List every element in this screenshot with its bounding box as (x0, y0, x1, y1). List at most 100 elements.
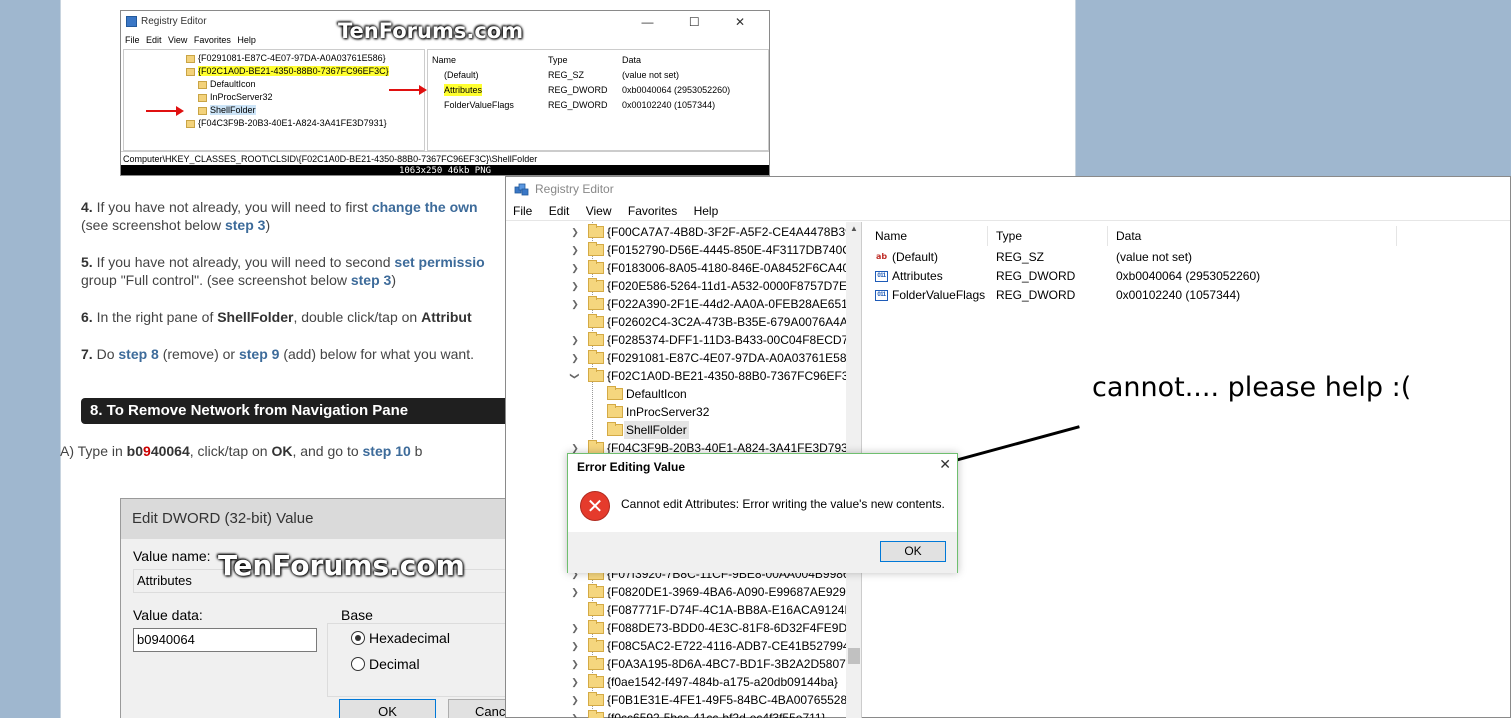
close-icon[interactable]: ✕ (939, 456, 951, 473)
thumb-col-data: Data (622, 55, 642, 65)
chevron-right-icon[interactable]: ❯ (570, 709, 580, 718)
tree-node[interactable]: ❯ {f0ae1542-f497-484b-a175-a20db09144ba} (506, 673, 846, 691)
column-header-data[interactable]: Data (1108, 226, 1397, 246)
decimal-radio[interactable] (351, 657, 365, 671)
chevron-right-icon[interactable]: ❯ (570, 655, 580, 673)
chevron-right-icon[interactable]: ❯ (570, 277, 580, 295)
folder-icon (186, 119, 195, 128)
error-icon: ✕ (580, 491, 610, 521)
thumb-col-type: Type (548, 55, 568, 65)
chevron-right-icon[interactable]: ❯ (570, 259, 580, 277)
watermark: TenForums.com (338, 19, 524, 43)
tree-node-shellfolder[interactable]: ShellFolder (506, 421, 846, 439)
ok-button[interactable]: OK (880, 541, 946, 562)
thumb-tree-node: {F0291081-E87C-4E07-97DA-A0A03761E586} (186, 52, 386, 64)
step-3-link[interactable]: step 3 (225, 217, 265, 233)
user-annotation: cannot.... please help :( (1092, 372, 1412, 403)
tree-node[interactable]: ❯ {F0820DE1-3969-4BA6-A090-E99687AE929B} (506, 583, 858, 601)
folder-icon (607, 422, 623, 436)
step-5-line-2: group "Full control". (see screenshot be… (81, 272, 396, 288)
chevron-right-icon[interactable]: ❯ (570, 295, 580, 313)
menu-edit[interactable]: Edit (549, 204, 570, 218)
thumb-value-type: REG_SZ (548, 70, 585, 80)
chevron-right-icon[interactable]: ❯ (570, 691, 580, 709)
chevron-right-icon[interactable]: ❯ (570, 673, 580, 691)
thumb-value-name: FolderValueFlags (444, 100, 514, 110)
thumb-tree-node: DefaultIcon (198, 78, 256, 90)
chevron-right-icon[interactable]: ❯ (570, 223, 580, 241)
chevron-right-icon[interactable]: ❯ (570, 331, 580, 349)
tree-node[interactable]: ❯ {F0152790-D56E-4445-850E-4F3117DB740C} (506, 241, 855, 259)
tree-node[interactable]: ❯ {F08C5AC2-E722-4116-ADB7-CE41B527994B} (506, 637, 861, 655)
set-permissions-link[interactable]: set permissio (394, 254, 484, 270)
tree-node[interactable]: ❯ {f0cc6592-5bcc-41cc-bf2d-ec4f3f55e711} (506, 709, 846, 718)
thumb-col-name: Name (432, 55, 457, 65)
menu-view[interactable]: View (586, 204, 612, 218)
tree-node[interactable]: ❯ {F0285374-DFF1-11D3-B433-00C04F8ECD78} (506, 331, 859, 349)
tree-node-expanded[interactable]: ❯ {F02C1A0D-BE21-4350-88B0-7367FC96EF3C} (506, 367, 861, 385)
error-dialog-footer: OK (568, 532, 957, 573)
step-9-link[interactable]: step 9 (239, 346, 279, 362)
tree-node[interactable]: ❯ {F0291081-E87C-4E07-97DA-A0A03761E586} (506, 349, 857, 367)
menu-file[interactable]: File (513, 204, 532, 218)
values-pane[interactable]: Name Type Data ab (Default) REG_SZ (valu… (867, 222, 1511, 718)
tree-node-defaulticon[interactable]: DefaultIcon (506, 385, 846, 403)
column-header-type[interactable]: Type (988, 226, 1108, 246)
folder-icon (588, 710, 604, 718)
chevron-right-icon[interactable]: ❯ (570, 637, 580, 655)
menu-bar: File Edit View Favorites Help (506, 201, 1510, 221)
decimal-label[interactable]: Decimal (369, 656, 420, 672)
folder-icon (198, 93, 207, 102)
folder-icon (588, 584, 604, 598)
thumb-value-type: REG_DWORD (548, 100, 608, 110)
tree-node[interactable]: {F02602C4-3C2A-473B-B35E-679A0076A4A6} (506, 313, 859, 331)
folder-icon (588, 620, 604, 634)
watermark: TenForums.com (218, 549, 465, 582)
step-a: A) Type in b0940064, click/tap on OK, an… (60, 443, 423, 459)
tree-node[interactable]: {F087771F-D74F-4C1A-BB8A-E16ACA9124EA} (506, 601, 861, 619)
folder-icon (588, 368, 604, 382)
chevron-right-icon[interactable]: ❯ (570, 241, 580, 259)
image-caption: 1063x250 46kb PNG (121, 165, 769, 175)
thumb-value-data: 0x00102240 (1057344) (622, 100, 716, 110)
error-dialog-title: Error Editing Value (577, 460, 686, 474)
regedit-app-icon (514, 183, 529, 196)
menu-help[interactable]: Help (694, 204, 719, 218)
binary-value-icon: 011 (875, 290, 888, 301)
tree-node[interactable]: ❯ {F0B1E31E-4FE1-49F5-84BC-4BA007655288} (506, 691, 858, 709)
step-3-link-2[interactable]: step 3 (351, 272, 391, 288)
tree-node[interactable]: ❯ {F022A390-2F1E-44d2-AA0A-0FEB28AE6517} (506, 295, 859, 313)
folder-icon (588, 692, 604, 706)
tree-node[interactable]: ❯ {F020E586-5264-11d1-A532-0000F8757D7E} (506, 277, 851, 295)
tree-node[interactable]: ❯ {F0A3A195-8D6A-4BC7-BD1F-3B2A2D5807CA} (506, 655, 861, 673)
value-data-field[interactable]: b0940064 (133, 628, 317, 652)
dialog-title: Edit DWORD (32-bit) Value (121, 499, 519, 539)
tree-node[interactable]: ❯ {F0183006-8A05-4180-846E-0A8452F6CA40} (506, 259, 853, 277)
hexadecimal-radio[interactable] (351, 631, 365, 645)
menu-favorites[interactable]: Favorites (628, 204, 677, 218)
chevron-right-icon[interactable]: ❯ (570, 583, 580, 601)
chevron-right-icon[interactable]: ❯ (570, 349, 580, 367)
ok-button[interactable]: OK (339, 699, 436, 718)
folder-icon (588, 674, 604, 688)
thumb-tree-node: {F02C1A0D-BE21-4350-88B0-7367FC96EF3C} (186, 65, 389, 77)
red-arrow-icon (389, 85, 427, 95)
change-owner-link[interactable]: change the own (372, 199, 478, 215)
scroll-up-icon[interactable]: ▲ (846, 224, 861, 233)
thumb-status-bar: Computer\HKEY_CLASSES_ROOT\CLSID\{F02C1A… (121, 151, 769, 165)
folder-icon (607, 386, 623, 400)
folder-icon (588, 278, 604, 292)
tree-node[interactable]: ❯ {F00CA7A7-4B8D-3F2F-A5F2-CE4A4478B39C} (506, 223, 861, 241)
red-arrow-icon (146, 106, 184, 116)
step-10-link[interactable]: step 10 (363, 443, 411, 459)
chevron-down-icon[interactable]: ❯ (566, 371, 584, 381)
column-header-name[interactable]: Name (867, 226, 988, 246)
chevron-right-icon[interactable]: ❯ (570, 619, 580, 637)
edit-dword-dialog: Edit DWORD (32-bit) Value Value name: At… (120, 498, 528, 718)
hexadecimal-label[interactable]: Hexadecimal (369, 630, 450, 646)
scrollbar-thumb[interactable] (848, 648, 860, 664)
step-8-link[interactable]: step 8 (118, 346, 158, 362)
tree-node[interactable]: ❯ {F088DE73-BDD0-4E3C-81F8-6D32F4FE9D28} (506, 619, 861, 637)
folder-icon (588, 350, 604, 364)
tree-node-inprocserver32[interactable]: InProcServer32 (506, 403, 846, 421)
